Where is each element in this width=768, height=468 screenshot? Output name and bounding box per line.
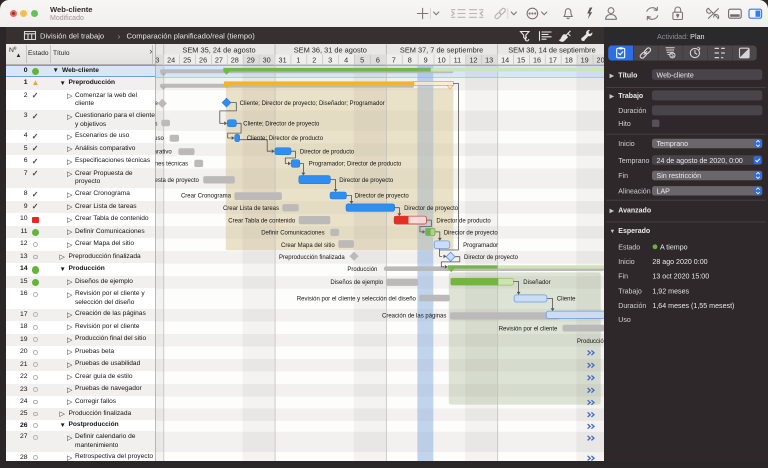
svg-text:Director de proyecto: Director de proyecto <box>355 193 410 199</box>
svg-text:13 oct 2020 15:00: 13 oct 2020 15:00 <box>652 273 709 281</box>
svg-text:Creación de las páginas: Creación de las páginas <box>382 313 446 319</box>
svg-text:Definir Comunicaciones: Definir Comunicaciones <box>261 230 324 236</box>
svg-text:Duración: Duración <box>618 108 646 115</box>
svg-text:5: 5 <box>360 55 364 64</box>
svg-text:18: 18 <box>565 55 573 64</box>
svg-text:12: 12 <box>469 55 477 64</box>
svg-text:$: $ <box>671 53 674 59</box>
svg-text:▶: ▶ <box>610 73 615 79</box>
svg-text:Revisión por el cliente: Revisión por el cliente <box>499 326 558 332</box>
svg-text:24 de agosto de 2020, 0:00: 24 de agosto de 2020, 0:00 <box>657 157 743 165</box>
svg-text:29: 29 <box>247 55 255 64</box>
svg-text:LAP: LAP <box>657 188 671 196</box>
svg-text:Revisión por el cliente y sele: Revisión por el cliente y selección del … <box>297 296 417 302</box>
svg-text:Director de proyecto: Director de proyecto <box>464 254 519 260</box>
svg-text:Inicio: Inicio <box>618 141 634 148</box>
svg-text:Crear Propuesta de proyecto: Crear Propuesta de proyecto <box>155 178 200 184</box>
svg-text:Fin: Fin <box>618 274 628 281</box>
svg-text:1,92 meses: 1,92 meses <box>652 287 689 295</box>
svg-text:Título: Título <box>618 72 637 79</box>
svg-text:Cliente; Director de proyecto: Cliente; Director de proyecto <box>243 121 320 127</box>
svg-text:28: 28 <box>231 55 239 64</box>
svg-text:27: 27 <box>215 55 223 64</box>
svg-text:Sin restricción: Sin restricción <box>657 172 702 180</box>
svg-text:Director de proyecto: Director de proyecto <box>404 205 459 211</box>
svg-text:23: 23 <box>155 55 159 64</box>
svg-text:Director de producto: Director de producto <box>300 149 355 155</box>
svg-text:Inicio: Inicio <box>618 259 634 266</box>
svg-text:▶: ▶ <box>610 94 615 100</box>
svg-text:Cliente; Director de producto: Cliente; Director de producto <box>247 136 324 142</box>
svg-text:8: 8 <box>408 55 412 64</box>
svg-text:Esperado: Esperado <box>618 228 650 235</box>
svg-text:Duración: Duración <box>618 303 646 310</box>
svg-text:Avanzado: Avanzado <box>618 208 651 215</box>
svg-text:Uso: Uso <box>618 317 631 324</box>
svg-text:Escenarios de uso: Escenarios de uso <box>155 136 164 142</box>
svg-text:Trabajo: Trabajo <box>618 288 642 295</box>
svg-text:1,64 meses (1,55 mesest): 1,64 meses (1,55 mesest) <box>652 302 734 310</box>
svg-text:30: 30 <box>263 55 271 64</box>
svg-text:Crear Mapa del sitio: Crear Mapa del sitio <box>281 242 335 248</box>
svg-text:1: 1 <box>296 55 300 64</box>
svg-text:15: 15 <box>517 55 525 64</box>
svg-text:▶: ▶ <box>610 209 615 215</box>
svg-text:11: 11 <box>454 55 462 64</box>
svg-text:Especificaciones técnicas: Especificaciones técnicas <box>155 161 188 167</box>
svg-text:Trabajo: Trabajo <box>618 93 643 100</box>
svg-text:›: › <box>118 31 121 41</box>
svg-text:16: 16 <box>533 55 541 64</box>
svg-text:14: 14 <box>501 55 509 64</box>
svg-text:Diseñador: Diseñador <box>523 280 550 286</box>
svg-text:SEM 35, 24 de agosto: SEM 35, 24 de agosto <box>182 45 255 54</box>
svg-text:17: 17 <box>549 55 557 64</box>
svg-text:Comparación planificado/real (: Comparación planificado/real (tiempo) <box>127 32 256 41</box>
svg-text:▼: ▼ <box>610 229 616 235</box>
svg-text:Fin: Fin <box>618 173 628 180</box>
svg-text:4: 4 <box>344 55 348 64</box>
svg-text:31: 31 <box>279 55 287 64</box>
svg-text:25: 25 <box>183 55 191 64</box>
svg-text:9: 9 <box>424 55 428 64</box>
svg-text:Crear Lista de tareas: Crear Lista de tareas <box>223 205 279 211</box>
svg-text:División del trabajo: División del trabajo <box>40 32 104 41</box>
svg-text:Producción final del sitio: Producción final del sitio <box>577 338 604 344</box>
svg-text:13: 13 <box>485 55 493 64</box>
svg-text:Hito: Hito <box>618 121 631 128</box>
svg-text:10: 10 <box>438 55 446 64</box>
svg-text:Temprano: Temprano <box>657 140 689 148</box>
svg-text:Alineación: Alineación <box>618 188 650 195</box>
svg-text:Temprano: Temprano <box>618 158 649 165</box>
svg-text:Crear Cronograma: Crear Cronograma <box>181 193 232 199</box>
svg-text:Web-cliente: Web-cliente <box>657 71 694 79</box>
svg-text:Cliente: Cliente <box>557 296 576 302</box>
svg-text:Estado: Estado <box>618 245 640 252</box>
svg-text:3: 3 <box>328 55 332 64</box>
svg-text:19: 19 <box>581 55 589 64</box>
svg-text:24: 24 <box>167 55 175 64</box>
svg-text:Programador; Director de produ: Programador; Director de producto <box>309 161 402 167</box>
svg-text:A tiempo: A tiempo <box>660 244 688 252</box>
svg-text:SEM 37, 7 de septiembre: SEM 37, 7 de septiembre <box>400 45 483 54</box>
svg-text:Cliente; Director de proyecto;: Cliente; Director de proyecto; Diseñador… <box>240 100 385 106</box>
svg-text:Análisis comparativo: Análisis comparativo <box>155 149 172 155</box>
svg-text:6: 6 <box>376 55 380 64</box>
svg-text:Diseños de ejemplo: Diseños de ejemplo <box>330 280 383 286</box>
svg-text:Director de proyecto: Director de proyecto <box>339 178 394 184</box>
svg-text:Preproducción finalizada: Preproducción finalizada <box>279 254 345 260</box>
svg-text:2: 2 <box>312 55 316 64</box>
svg-text:Programador: Programador <box>463 242 498 248</box>
svg-text:SEM 36, 31 de agosto: SEM 36, 31 de agosto <box>294 45 367 54</box>
svg-text:SEM 38, 14 de septiembre: SEM 38, 14 de septiembre <box>508 45 596 54</box>
svg-text:Crear Tabla de contenido: Crear Tabla de contenido <box>228 218 296 224</box>
svg-text:20: 20 <box>597 55 604 64</box>
svg-text:28 ago 2020 0:00: 28 ago 2020 0:00 <box>652 258 707 266</box>
svg-text:Producción: Producción <box>347 266 377 272</box>
svg-text:Director de proyecto: Director de proyecto <box>444 230 499 236</box>
svg-text:26: 26 <box>199 55 207 64</box>
svg-text:7: 7 <box>392 55 396 64</box>
svg-text:Director de producto: Director de producto <box>436 218 491 224</box>
